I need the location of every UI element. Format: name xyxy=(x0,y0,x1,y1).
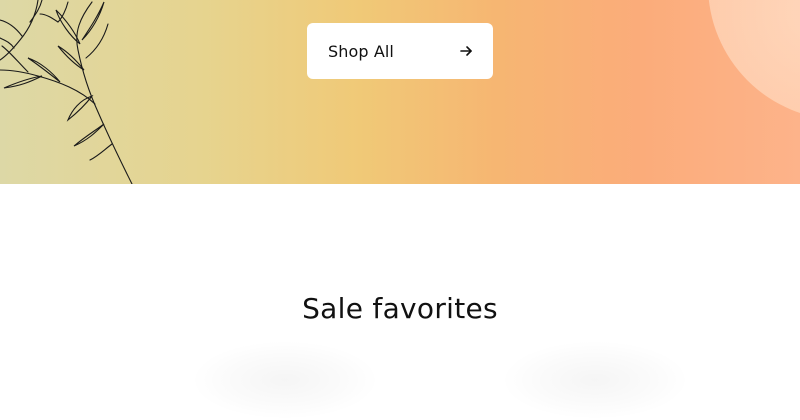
shop-all-button[interactable]: Shop All xyxy=(307,23,493,79)
hero-banner: Shop All xyxy=(0,0,800,184)
decorative-circle xyxy=(708,0,800,120)
sale-favorites-heading: Sale favorites xyxy=(302,292,498,325)
arrow-right-icon xyxy=(460,46,472,56)
product-card-placeholder xyxy=(190,340,380,420)
leafy-branch-illustration xyxy=(0,0,133,184)
shop-all-label: Shop All xyxy=(328,41,394,61)
product-card-placeholder xyxy=(500,340,690,420)
